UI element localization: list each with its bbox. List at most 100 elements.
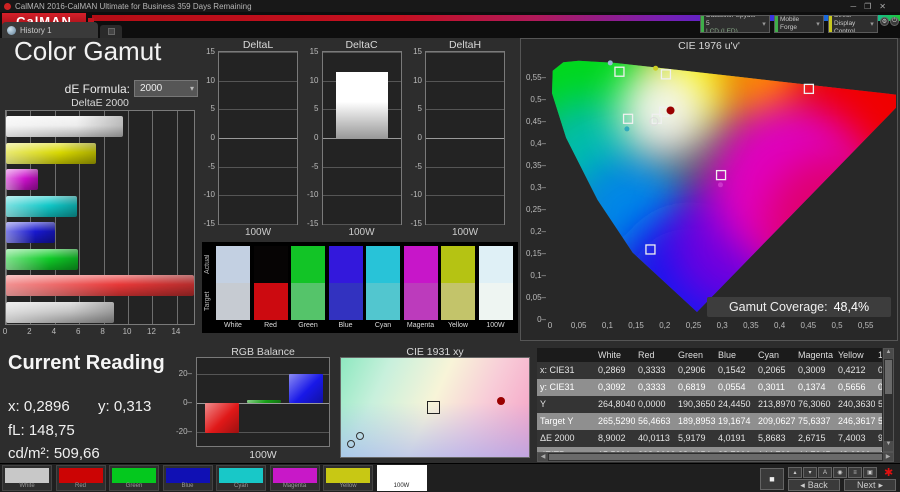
vscroll-thumb[interactable] (885, 360, 892, 394)
gridline (426, 167, 504, 168)
gridline (219, 81, 297, 82)
history-tab-icon (7, 26, 16, 35)
power-button[interactable]: ⏻ (890, 17, 899, 26)
close-button[interactable]: ✕ (879, 2, 894, 11)
y-tick-label: 10 (405, 76, 422, 85)
patch-button-green[interactable]: Green (109, 465, 159, 491)
source-dropdown[interactable]: Mobile Forge ▾ (774, 15, 824, 33)
scroll-up-arrow-icon[interactable]: ▲ (884, 349, 893, 359)
view-toolbar-button-6[interactable]: ▣ (863, 467, 877, 478)
table-cell: 209,0627 (755, 413, 795, 430)
table-hscrollbar[interactable]: ◀ ▶ (537, 452, 894, 462)
gamut-color-field (550, 49, 896, 319)
x-tick-label: 0,15 (624, 321, 648, 330)
table-cell: 0,4212 (835, 362, 875, 379)
table-row[interactable]: Target Y265,529056,4663189,895319,167420… (537, 413, 882, 430)
patch-label: Red (57, 483, 105, 489)
patch-color (5, 468, 49, 483)
deltac-chart (322, 51, 402, 225)
swatch-label: Cyan (363, 322, 403, 329)
x-tick-label: 12 (143, 327, 159, 336)
deltae-bar-cyan (6, 196, 77, 217)
table-row[interactable]: x: CIE310,28690,33330,29060,15420,20650,… (537, 362, 882, 379)
patch-button-cyan[interactable]: Cyan (216, 465, 266, 491)
gridline (426, 138, 504, 139)
stop-button[interactable]: ■ (760, 468, 784, 490)
patch-button-blue[interactable]: Blue (163, 465, 213, 491)
gear-icon: ⚙ (882, 18, 887, 25)
y-tick-label: 0,35– (521, 161, 546, 170)
view-toolbar-button-2[interactable]: ▾ (803, 467, 817, 478)
swatch-actual-cyan (366, 246, 400, 283)
maximize-button[interactable]: ❐ (864, 2, 879, 11)
chevron-down-icon: ▾ (759, 20, 769, 28)
patch-label: White (3, 483, 51, 489)
settings-button[interactable]: ⚙ (880, 17, 889, 26)
x-tick-label: 0,55 (854, 321, 878, 330)
gridline (323, 224, 401, 225)
y-tick-label: 5 (405, 104, 422, 113)
view-toolbar-button-1[interactable]: ▴ (788, 467, 802, 478)
scroll-right-arrow-icon[interactable]: ▶ (883, 453, 893, 461)
deltah-chart (425, 51, 505, 225)
back-button[interactable]: ◂ Back (788, 479, 840, 491)
x-tick-label: 0 (538, 321, 562, 330)
meter-dropdown[interactable]: Datacolor Spyder 5LCD (LED) ▾ (700, 15, 770, 33)
patch-button-100w[interactable]: 100W (377, 465, 427, 491)
patch-button-magenta[interactable]: Magenta (270, 465, 320, 491)
table-cell: 7,4003 (835, 430, 875, 447)
swatch-actual-green (291, 246, 325, 283)
table-cell: 265,5290 (595, 413, 635, 430)
view-toolbar-button-3[interactable]: A (818, 467, 832, 478)
y-tick-label: 20– (170, 369, 192, 378)
patch-button-white[interactable]: White (2, 465, 52, 491)
hscroll-thumb[interactable] (549, 454, 882, 460)
patch-button-red[interactable]: Red (56, 465, 106, 491)
control-dropdown[interactable]: Direct Display Control ▾ (828, 15, 878, 33)
delta-lch-charts: DeltaL151050-5-10-15100WDeltaC151050-5-1… (198, 36, 518, 240)
deltae-bar-100w (6, 116, 123, 137)
patch-button-yellow[interactable]: Yellow (323, 465, 373, 491)
deltae-bar-yellow (6, 143, 96, 164)
next-arrow-icon: ▸ (878, 480, 883, 491)
de-formula-dropdown[interactable]: 2000 ▾ (134, 80, 198, 97)
x-tick-label: 6 (70, 327, 86, 336)
x-tick-label: 0,1 (595, 321, 619, 330)
row-label: Target Y (537, 413, 595, 430)
y-tick-label: 15 (302, 47, 319, 56)
x-tick-label: 14 (168, 327, 184, 336)
y-tick-label: -5 (302, 162, 319, 171)
deltal-chart (218, 51, 298, 225)
gridline (219, 109, 297, 110)
scroll-left-arrow-icon[interactable]: ◀ (538, 453, 548, 461)
gridline (426, 109, 504, 110)
table-row[interactable]: ΔE 20008,900240,01135,91794,01915,86832,… (537, 430, 882, 447)
gridline (219, 167, 297, 168)
minimize-button[interactable]: ─ (850, 2, 864, 11)
y-tick-label: 0,3– (521, 183, 546, 192)
y-tick-label: 0,1– (521, 271, 546, 280)
gridline (426, 52, 504, 53)
next-button[interactable]: Next ▸ (844, 479, 896, 491)
table-cell: 0,3333 (635, 379, 675, 396)
view-toolbar-button-4[interactable]: ◉ (833, 467, 847, 478)
current-reading-y: y: 0,313 (98, 398, 151, 415)
table-cell: 4,0191 (715, 430, 755, 447)
y-tick-label: 0,45– (521, 117, 546, 126)
row-label: Y (537, 396, 595, 413)
next-button-label: Next (857, 480, 876, 490)
table-row[interactable]: y: CIE310,30920,33330,68190,05540,30110,… (537, 379, 882, 396)
table-cell: 24,4450 (715, 396, 755, 413)
deltae-chart (5, 110, 195, 325)
x-tick-label: 0,4 (768, 321, 792, 330)
deltae-bar-blue (6, 222, 55, 243)
scroll-down-arrow-icon[interactable]: ▼ (884, 441, 893, 451)
view-toolbar-button-5[interactable]: ≡ (848, 467, 862, 478)
deltae-x-axis: 02468101214 (5, 327, 195, 337)
x-tick-label: 0,05 (567, 321, 591, 330)
table-vscrollbar[interactable]: ▲ ▼ (883, 348, 894, 452)
table-row[interactable]: Y264,80400,0000190,365024,4450213,897076… (537, 396, 882, 413)
y-tick-label: 0 (198, 133, 215, 142)
table-cell: 0,3333 (635, 362, 675, 379)
swatch-actual-white (216, 246, 250, 283)
